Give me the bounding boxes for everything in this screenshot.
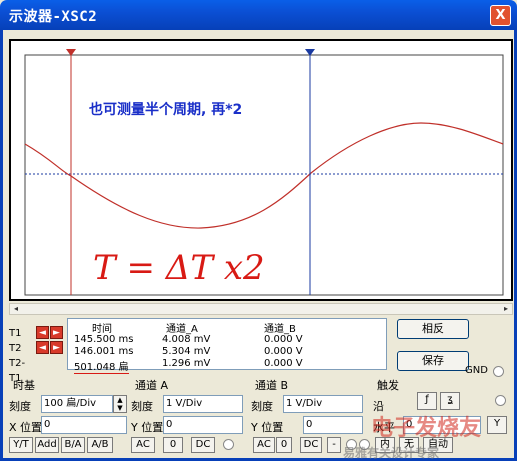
handwritten-formula: T = ΔT x2 bbox=[93, 248, 265, 288]
trigger-y-button[interactable]: Y bbox=[487, 416, 507, 434]
channel-a-ac-button[interactable]: AC bbox=[131, 437, 155, 453]
t1-left-arrow-icon[interactable]: ◄ bbox=[36, 326, 49, 339]
reverse-button[interactable]: 相反 bbox=[397, 319, 469, 339]
scope-screen[interactable]: 也可测量半个周期, 再*2 T = ΔT x2 bbox=[11, 41, 511, 299]
watermark-logo-text: 电子发烧友 bbox=[371, 416, 482, 441]
t2-right-arrow-icon[interactable]: ► bbox=[50, 341, 63, 354]
table-row: 501.048 扁 1.296 mV 0.000 V bbox=[68, 358, 386, 374]
watermark-subtitle: 易雅有关设计专家 bbox=[343, 446, 440, 460]
channel-a-ypos-label: Y 位置 bbox=[131, 421, 164, 434]
channel-a-radio[interactable] bbox=[223, 439, 234, 450]
cell-a: 5.304 mV bbox=[162, 346, 211, 357]
scope-screen-frame: 也可测量半个周期, 再*2 T = ΔT x2 bbox=[9, 39, 513, 301]
row-label-t2-t1: T2-T1 bbox=[9, 358, 26, 384]
channel-b-ypos-field[interactable]: 0 bbox=[303, 416, 363, 434]
cursor-move-buttons: ◄ ► ◄ ► bbox=[36, 326, 64, 356]
cell-time: 146.001 ms bbox=[74, 346, 134, 357]
channel-a-dc-button[interactable]: DC bbox=[191, 437, 215, 453]
cell-b: 0.000 V bbox=[264, 358, 303, 369]
channel-b-title: 通道 B bbox=[255, 379, 289, 392]
mode-ba-button[interactable]: B/A bbox=[61, 437, 85, 453]
timebase-title: 时基 bbox=[13, 379, 35, 392]
channel-b-zero-button[interactable]: 0 bbox=[276, 437, 292, 453]
xpos-field[interactable]: 0 bbox=[41, 416, 127, 434]
table-row: 146.001 ms 5.304 mV 0.000 V bbox=[68, 346, 386, 358]
gnd-radio[interactable] bbox=[493, 366, 504, 377]
scroll-left-icon[interactable]: ◂ bbox=[10, 304, 22, 314]
header-time: 时间 bbox=[92, 324, 112, 335]
header-channel-b: 通道_B bbox=[264, 324, 296, 335]
channel-a-scale-field[interactable]: 1 V/Div bbox=[163, 395, 243, 413]
mode-add-button[interactable]: Add bbox=[35, 437, 59, 453]
cell-time-delta: 501.048 扁 bbox=[74, 358, 129, 374]
channel-b-dc-button[interactable]: DC bbox=[300, 437, 322, 453]
horizontal-scrollbar[interactable]: ◂ ▸ bbox=[9, 303, 513, 315]
window-title: 示波器-XSC2 bbox=[9, 9, 98, 25]
cell-b: 0.000 V bbox=[264, 346, 303, 357]
measurement-table: 时间 通道_A 通道_B 145.500 ms 4.008 mV 0.000 V… bbox=[67, 318, 387, 374]
channel-a-title: 通道 A bbox=[135, 379, 169, 392]
cell-b: 0.000 V bbox=[264, 334, 303, 345]
table-row: 145.500 ms 4.008 mV 0.000 V bbox=[68, 334, 386, 346]
mode-ab-button[interactable]: A/B bbox=[87, 437, 113, 453]
channel-b-scale-label: 刻度 bbox=[251, 400, 273, 413]
cell-time: 145.500 ms bbox=[74, 334, 134, 345]
annotation-text: 也可测量半个周期, 再*2 bbox=[89, 101, 242, 118]
rising-edge-icon[interactable]: ƒ bbox=[417, 392, 437, 410]
cell-a: 4.008 mV bbox=[162, 334, 211, 345]
measurement-panel: T1 T2 T2-T1 ◄ ► ◄ ► 时间 通道_A 通道_B 145.500 m… bbox=[9, 318, 389, 384]
channel-a-zero-button[interactable]: 0 bbox=[163, 437, 183, 453]
save-button[interactable]: 保存 bbox=[397, 351, 469, 371]
scope-graticule: 也可测量半个周期, 再*2 T = ΔT x2 bbox=[24, 49, 504, 296]
scroll-right-icon[interactable]: ▸ bbox=[500, 304, 512, 314]
t2-left-arrow-icon[interactable]: ◄ bbox=[36, 341, 49, 354]
channel-b-scale-field[interactable]: 1 V/Div bbox=[283, 395, 363, 413]
row-label-t1: T1 bbox=[9, 328, 22, 339]
header-channel-a: 通道_A bbox=[166, 324, 198, 335]
cursor-labels: T1 T2 T2-T1 bbox=[9, 326, 35, 384]
channel-b-ypos-label: Y 位置 bbox=[251, 421, 284, 434]
xpos-label: X 位置 bbox=[9, 421, 43, 434]
title-bar[interactable]: 示波器-XSC2 X bbox=[0, 0, 517, 30]
timebase-scale-label: 刻度 bbox=[9, 400, 31, 413]
channel-b-ac-button[interactable]: AC bbox=[253, 437, 275, 453]
oscilloscope-window: 也可测量半个周期, 再*2 T = ΔT x2 ◂ ▸ T1 T2 T2-T1 … bbox=[0, 30, 517, 461]
t1-right-arrow-icon[interactable]: ► bbox=[50, 326, 63, 339]
row-label-t2: T2 bbox=[9, 343, 22, 354]
channel-b-minus-button[interactable]: - bbox=[327, 437, 341, 453]
mode-yt-button[interactable]: Y/T bbox=[9, 437, 33, 453]
channel-a-scale-label: 刻度 bbox=[131, 400, 153, 413]
table-header: 时间 通道_A 通道_B bbox=[68, 320, 386, 335]
trigger-title: 触发 bbox=[377, 379, 399, 392]
channel-a-ypos-field[interactable]: 0 bbox=[163, 416, 243, 434]
gnd-label: GND bbox=[465, 365, 488, 376]
timebase-spinner[interactable]: ▲ ▼ bbox=[113, 395, 127, 413]
close-button[interactable]: X bbox=[490, 5, 511, 26]
timebase-scale-field[interactable]: 100 扁/Div bbox=[41, 395, 113, 413]
cell-a: 1.296 mV bbox=[162, 358, 211, 369]
trigger-edge-radio[interactable] bbox=[495, 395, 506, 406]
falling-edge-icon[interactable]: ʓ bbox=[440, 392, 460, 410]
